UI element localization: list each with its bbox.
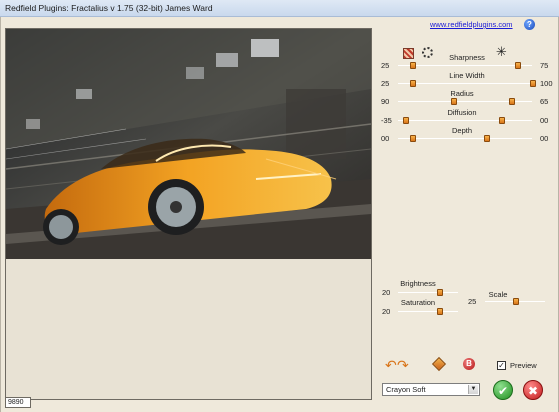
brightness-label: Brightness <box>400 279 436 288</box>
chevron-down-icon[interactable]: ▼ <box>468 385 478 394</box>
radius-right-thumb[interactable] <box>509 98 515 105</box>
preview-checkbox[interactable]: ✓ <box>497 361 506 370</box>
car-artwork <box>6 29 371 259</box>
radius-left-value: 90 <box>381 97 390 106</box>
depth-label: Depth <box>451 126 472 135</box>
radius-right-value: 65 <box>540 97 549 106</box>
preset-selected-value: Crayon Soft <box>386 385 426 394</box>
depth-left-value: 00 <box>381 134 390 143</box>
brightness-track[interactable] <box>398 292 458 293</box>
sharpness-label: Sharpness <box>449 53 485 62</box>
sharpness-track[interactable] <box>398 65 532 66</box>
radius-label: Radius <box>450 89 474 98</box>
line-width-left-thumb[interactable] <box>410 80 416 87</box>
line-width-label: Line Width <box>449 71 485 80</box>
line-width-left-value: 25 <box>381 79 390 88</box>
saturation-value: 20 <box>382 307 391 316</box>
title-bar: Redfield Plugins: Fractalius v 1.75 (32-… <box>0 0 559 17</box>
saturation-thumb[interactable] <box>437 308 443 315</box>
sharpness-left-value: 25 <box>381 61 390 70</box>
brightness-value: 20 <box>382 288 391 297</box>
gear-icon[interactable] <box>422 47 433 58</box>
diffusion-track[interactable] <box>398 120 532 121</box>
status-readout: 9890 <box>5 397 31 408</box>
preview-checkbox-label: Preview <box>510 361 537 370</box>
line-width-right-thumb[interactable] <box>530 80 536 87</box>
starburst-icon[interactable]: ✳ <box>496 45 507 58</box>
window-title: Redfield Plugins: Fractalius v 1.75 (32-… <box>5 3 213 13</box>
reset-icon[interactable]: B <box>463 358 475 370</box>
diffusion-label: Diffusion <box>447 108 477 117</box>
sharpness-left-thumb[interactable] <box>410 62 416 69</box>
diffusion-right-thumb[interactable] <box>499 117 505 124</box>
sharpness-right-value: 75 <box>540 61 549 70</box>
sharpness-right-thumb[interactable] <box>515 62 521 69</box>
brightness-thumb[interactable] <box>437 289 443 296</box>
pattern-icon[interactable] <box>403 48 414 59</box>
preset-select[interactable]: Crayon Soft ▼ <box>382 383 480 396</box>
line-width-right-value: 100 <box>540 79 553 88</box>
saturation-track[interactable] <box>398 311 458 312</box>
ok-button[interactable]: ✔ <box>493 380 513 400</box>
scale-value: 25 <box>468 297 477 306</box>
scale-label: Scale <box>488 290 508 299</box>
website-link[interactable]: www.redfieldplugins.com <box>430 20 513 29</box>
preview-image[interactable] <box>6 29 371 259</box>
depth-left-thumb[interactable] <box>410 135 416 142</box>
help-icon[interactable]: ? <box>524 19 535 30</box>
preview-panel <box>5 28 372 400</box>
saturation-label: Saturation <box>400 298 436 307</box>
depth-right-thumb[interactable] <box>484 135 490 142</box>
depth-track[interactable] <box>398 138 532 139</box>
cancel-button[interactable]: ✖ <box>523 380 543 400</box>
depth-right-value: 00 <box>540 134 549 143</box>
radius-left-thumb[interactable] <box>451 98 457 105</box>
line-width-track[interactable] <box>398 83 532 84</box>
diffusion-left-value: -35 <box>381 116 392 125</box>
diffusion-right-value: 00 <box>540 116 549 125</box>
undo-arrow-icon[interactable]: ↶ <box>385 358 397 372</box>
scale-thumb[interactable] <box>513 298 519 305</box>
diffusion-left-thumb[interactable] <box>403 117 409 124</box>
redo-arrow-icon[interactable]: ↷ <box>397 358 409 372</box>
